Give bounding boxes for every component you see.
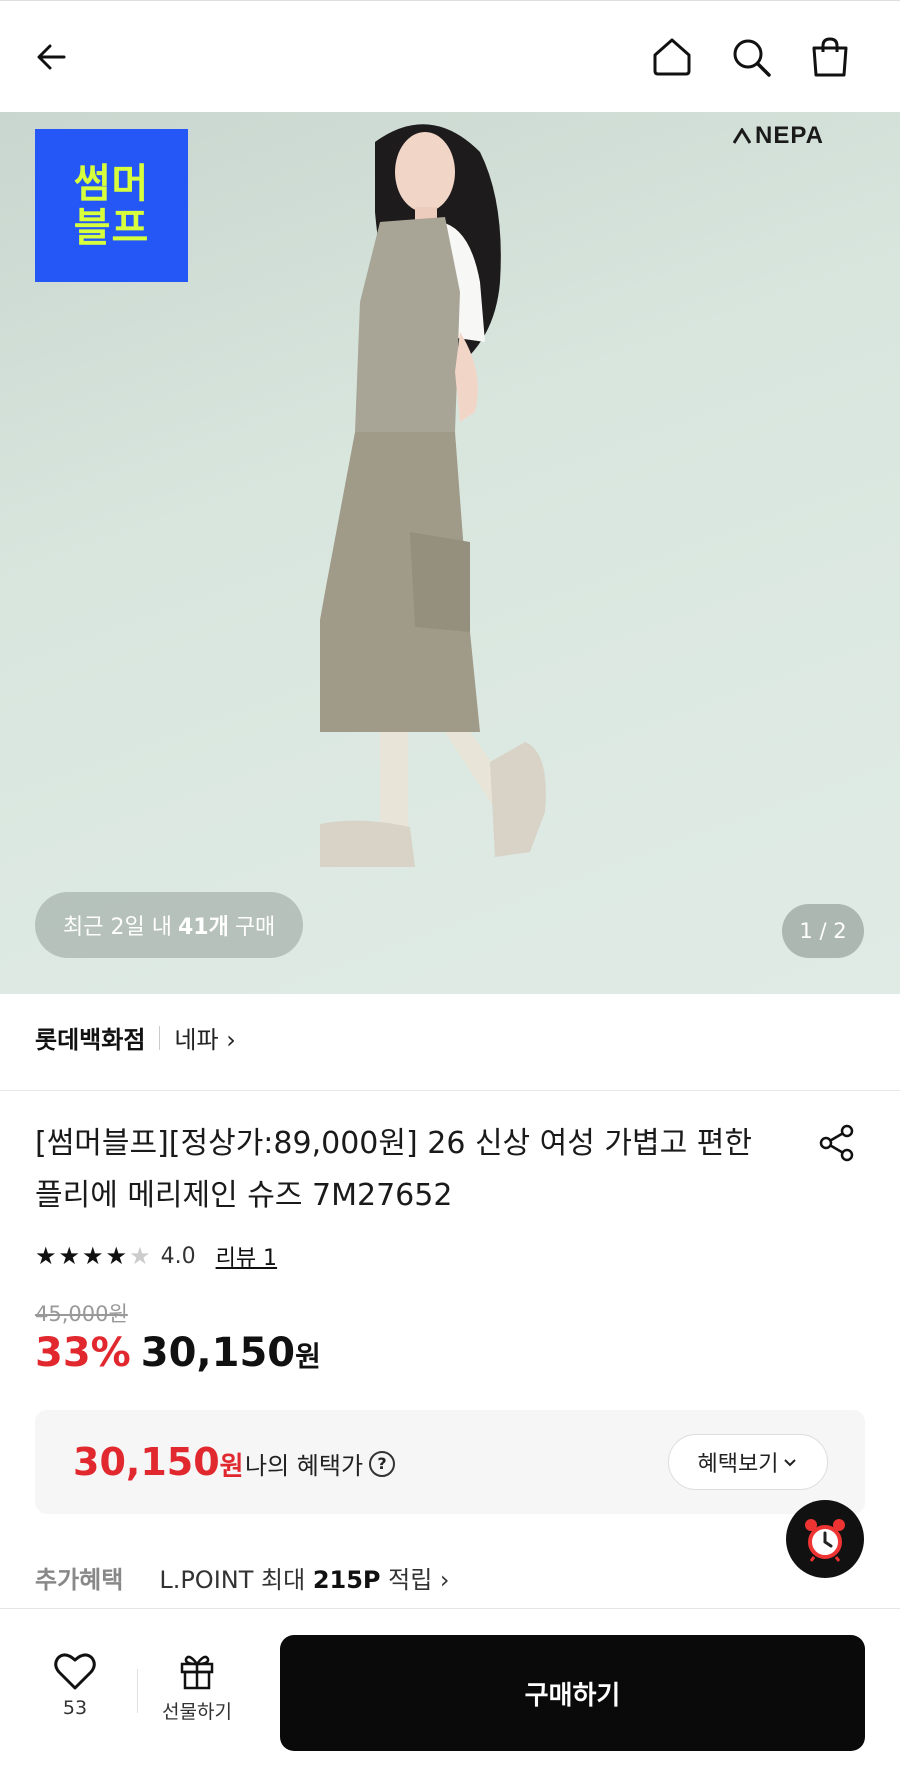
search-icon [733,39,771,77]
star-icon: ★ [105,1242,128,1270]
alarm-button[interactable] [786,1500,864,1578]
home-button[interactable] [644,29,700,85]
extra-benefit-points: 215P [312,1566,381,1594]
benefit-price-value: 30,150 [73,1440,220,1484]
alarm-clock-icon [805,1519,845,1562]
gift-icon [180,1655,214,1690]
gift-label: 선물하기 [162,1701,232,1723]
gift-button[interactable]: 선물하기 [155,1651,239,1724]
extra-benefit-suffix: 적립 › [388,1566,450,1594]
benefit-label: 나의 혜택가 ? [245,1446,396,1481]
recent-purchase-prefix: 최근 2일 내 [63,915,172,940]
benefit-price-box: 30,150 원 나의 혜택가 ? 혜택보기 [35,1410,865,1514]
brand-logo-text: NEPA [755,122,824,149]
price-unit: 원 [295,1340,321,1373]
product-image-carousel[interactable]: 썸머 블프 NEPA 최근 2일 내 41개 구매 1 / 2 [0,112,900,994]
sale-price: 30,150 [140,1330,296,1376]
star-empty-icon: ★ [129,1242,151,1270]
star-icon: ★ [58,1242,81,1270]
view-benefits-button[interactable]: 혜택보기 [668,1434,828,1490]
recent-purchase-count: 41개 [177,915,229,940]
extra-benefit-value: L.POINT 최대 215P 적립 › [159,1560,449,1595]
benefit-label-text: 나의 혜택가 [245,1452,364,1480]
recent-purchase-suffix: 구매 [234,915,276,940]
promo-badge: 썸머 블프 [35,129,188,282]
search-button[interactable] [723,29,779,85]
shopping-bag-icon [812,37,848,77]
product-title: [썸머블프][정상가:89,000원] 26 신상 여성 가볍고 편한 플리에 … [35,1126,752,1213]
model-photo [320,124,546,867]
star-icon: ★ [35,1242,57,1270]
benefit-price: 30,150 원 [73,1440,244,1484]
extra-benefit-prefix: L.POINT 최대 [159,1566,306,1594]
back-button[interactable] [24,29,80,85]
brand-link[interactable]: 네파 › [174,1020,235,1055]
star-rating: ★ ★ ★ ★ ★ [35,1244,151,1268]
promo-badge-line1: 썸머 [73,160,150,207]
like-button[interactable]: 53 [40,1651,110,1719]
extra-benefit-row[interactable]: 추가혜택 L.POINT 최대 215P 적립 › [35,1560,450,1595]
brand-logo: NEPA [733,122,824,150]
rating-value: 4.0 [160,1243,196,1269]
cart-button[interactable] [802,29,858,85]
top-app-bar [0,0,900,112]
help-icon[interactable]: ? [369,1450,396,1477]
discount-rate: 33% [35,1330,131,1376]
promo-badge-line2: 블프 [73,204,150,251]
store-divider [159,1025,161,1050]
chevron-down-icon [784,1459,797,1467]
extra-benefit-label: 추가혜택 [35,1566,124,1594]
share-icon [819,1124,854,1162]
share-button[interactable] [812,1118,862,1168]
carousel-page-indicator: 1 / 2 [782,904,864,958]
bottom-bar-divider [137,1669,138,1713]
review-link[interactable]: 리뷰 1 [216,1240,277,1272]
heart-icon [54,1653,96,1690]
store-row: 롯데백화점 네파 › [35,1020,236,1055]
arrow-left-icon [37,44,66,70]
like-count: 53 [62,1697,88,1719]
bottom-action-bar: 53 선물하기 구매하기 [0,1608,900,1775]
benefit-price-unit: 원 [219,1452,244,1482]
home-icon [653,38,691,76]
buy-button[interactable]: 구매하기 [280,1635,865,1751]
star-icon: ★ [82,1242,104,1270]
view-benefits-label: 혜택보기 [697,1452,779,1477]
nepa-chevron-icon [733,128,751,144]
price-row: 33% 30,150 원 [35,1330,321,1376]
section-divider [0,1090,900,1091]
store-name: 롯데백화점 [35,1026,146,1054]
rating-row: ★ ★ ★ ★ ★ 4.0 리뷰 1 [35,1240,277,1272]
original-price: 45,000원 [35,1302,128,1326]
recent-purchase-badge: 최근 2일 내 41개 구매 [35,892,304,958]
